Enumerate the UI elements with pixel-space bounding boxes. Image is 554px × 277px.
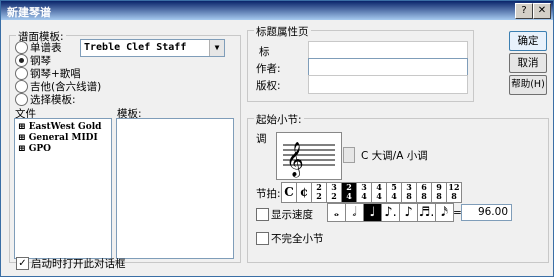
time-label: 节拍: — [256, 188, 281, 200]
new-score-dialog: 新建琴谱 ? ✕ 谱面模板: 单谱表 Treble Clef Staff ▼ 钢… — [0, 0, 554, 277]
dotted-eighth-note-icon[interactable]: ♪. — [381, 203, 400, 222]
time-sig-cut[interactable]: ¢ — [296, 182, 312, 203]
radio-single-staff[interactable] — [15, 41, 28, 54]
list-item[interactable]: ⊞ EastWest Gold — [18, 122, 101, 132]
window-title: 新建琴谱 — [7, 6, 51, 19]
staff-type-select[interactable]: Treble Clef Staff ▼ — [80, 39, 225, 57]
tempo-input[interactable]: 96.00 — [461, 204, 512, 221]
dotted-sixteenth-note-icon[interactable]: ♬. — [417, 203, 436, 222]
radio-choose-template-label: 选择模板: — [30, 94, 76, 106]
cancel-button[interactable]: 取消 — [509, 53, 547, 73]
copyright-label: 版权: — [256, 80, 281, 92]
help-button[interactable]: 帮助(H) — [509, 75, 547, 95]
time-sig-12-8[interactable]: 12 8 — [446, 182, 462, 203]
radio-piano-vocal[interactable] — [15, 67, 28, 80]
key-label: 调 — [256, 133, 267, 145]
file-tree[interactable]: ⊞ EastWest Gold ⊞ General MIDI ⊞ GPO — [14, 118, 112, 259]
half-note-icon[interactable]: 𝅗𝅥 — [345, 203, 364, 222]
startup-checkbox[interactable]: ✓ — [16, 257, 29, 270]
title-props-legend: 标题属性页 — [254, 24, 311, 39]
key-value: C 大调/A 小调 — [361, 150, 428, 162]
treble-clef-icon: 𝄞 — [286, 142, 304, 178]
start-measure-legend: 起始小节: — [254, 112, 304, 127]
dialog-body: 谱面模板: 单谱表 Treble Clef Staff ▼ 钢琴 钢琴+歌唱 吉… — [1, 20, 553, 276]
time-sig-common[interactable]: C — [281, 182, 297, 203]
tempo-checkbox[interactable] — [256, 208, 269, 221]
composer-label: 作者: — [256, 63, 281, 75]
startup-label: 启动时打开此对话框 — [31, 258, 126, 270]
time-sig-9-8[interactable]: 98 — [431, 182, 447, 203]
help-title-button[interactable]: ? — [515, 3, 533, 19]
staff-type-value: Treble Clef Staff — [84, 42, 187, 53]
time-sig-5-4[interactable]: 54 — [386, 182, 402, 203]
time-sig-3-2[interactable]: 32 — [326, 182, 342, 203]
radio-guitar[interactable] — [15, 80, 28, 93]
chevron-down-icon[interactable]: ▼ — [209, 40, 224, 56]
time-sig-2-2[interactable]: 22 — [311, 182, 327, 203]
tempo-label: 显示速度 — [271, 209, 313, 221]
time-sig-6-8[interactable]: 68 — [416, 182, 432, 203]
copyright-input[interactable] — [308, 75, 468, 94]
time-sig-2-4[interactable]: 24 — [341, 182, 357, 203]
staff-svg: 𝄞 — [283, 142, 335, 178]
title-bar: 新建琴谱 ? ✕ — [1, 1, 553, 20]
template-list[interactable] — [116, 118, 234, 259]
time-sig-3-8[interactable]: 38 — [401, 182, 417, 203]
pickup-label: 不完全小节 — [271, 233, 324, 245]
ok-button[interactable]: 确定 — [509, 31, 547, 51]
pickup-checkbox[interactable] — [256, 232, 269, 245]
key-spinner[interactable] — [343, 147, 355, 163]
radio-piano[interactable] — [15, 54, 28, 67]
sixteenth-note-icon[interactable]: 𝅘𝅥𝅯 — [435, 203, 454, 222]
whole-note-icon[interactable]: 𝅝 — [327, 203, 346, 222]
radio-choose-template[interactable] — [15, 93, 28, 106]
quarter-note-icon[interactable]: ♩ — [363, 203, 382, 222]
key-signature-staff[interactable]: 𝄞 — [276, 132, 342, 180]
close-button[interactable]: ✕ — [533, 3, 551, 19]
eighth-note-icon[interactable]: ♪ — [399, 203, 418, 222]
list-item[interactable]: ⊞ General MIDI — [18, 133, 98, 143]
title-label: 标 — [259, 46, 270, 58]
time-sig-3-4[interactable]: 34 — [356, 182, 372, 203]
time-sig-4-4[interactable]: 44 — [371, 182, 387, 203]
list-item[interactable]: ⊞ GPO — [18, 144, 51, 154]
